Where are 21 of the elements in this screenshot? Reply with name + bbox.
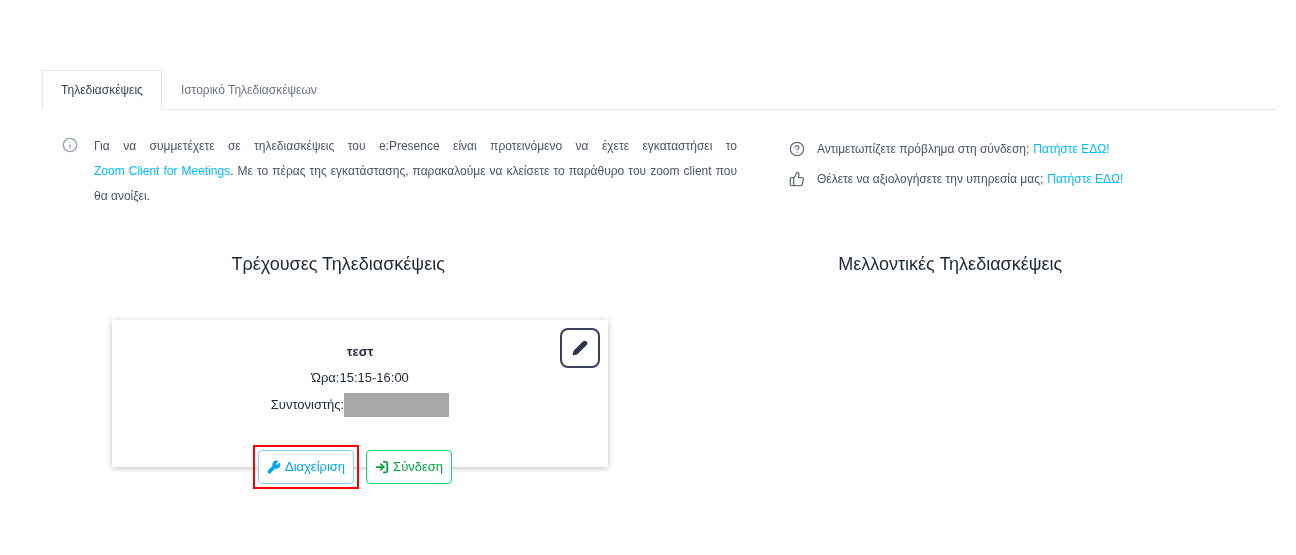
help-text: Αντιμετωπίζετε πρόβλημα στη σύνδεση;: [817, 141, 1030, 158]
tab[interactable]: Ιστορικό Τηλεδιασκέψεων: [161, 70, 336, 110]
meeting-time: Ώρα:15:15-16:00: [311, 368, 409, 387]
join-button[interactable]: Σύνδεση: [366, 450, 453, 484]
host-label: Συντονιστής:: [270, 396, 345, 415]
section-heading: Τρέχουσες Τηλεδιασκέψεις: [230, 253, 446, 276]
help-icon: [789, 141, 805, 157]
edit-button[interactable]: [560, 328, 600, 368]
meeting-title: τεστ: [346, 343, 374, 361]
info-paragraph: Για να συμμετέχετε σε τηλεδιασκέψεις του e:Presence είναι προτεινόμενο να έχετε εγκαταστήσει το Zoom Client for Meetings. Με το πέρας της εγκατάστασης, παρακαλούμε να κλείσετε το παράθυρο του zoom client που θα ανοίξει.: [94, 138, 737, 205]
section-heading: Μελλοντικές Τηλεδιασκέψεις: [837, 253, 1064, 276]
help-text: Θέλετε να αξιολογήσετε την υπηρεσία μας;: [817, 171, 1044, 188]
tab[interactable]: Τηλεδιασκέψεις: [42, 70, 162, 110]
sign-in-icon: [375, 460, 390, 474]
click-here-link[interactable]: Πατήστε ΕΔΩ!: [1033, 140, 1110, 158]
manage-button[interactable]: Διαχείριση: [257, 450, 355, 484]
thumbs-up-icon: [789, 171, 805, 187]
click-here-link[interactable]: Πατήστε ΕΔΩ!: [1047, 170, 1124, 188]
info-icon: [62, 137, 78, 153]
pencil-icon: [572, 340, 588, 356]
wrench-icon: [266, 460, 281, 474]
